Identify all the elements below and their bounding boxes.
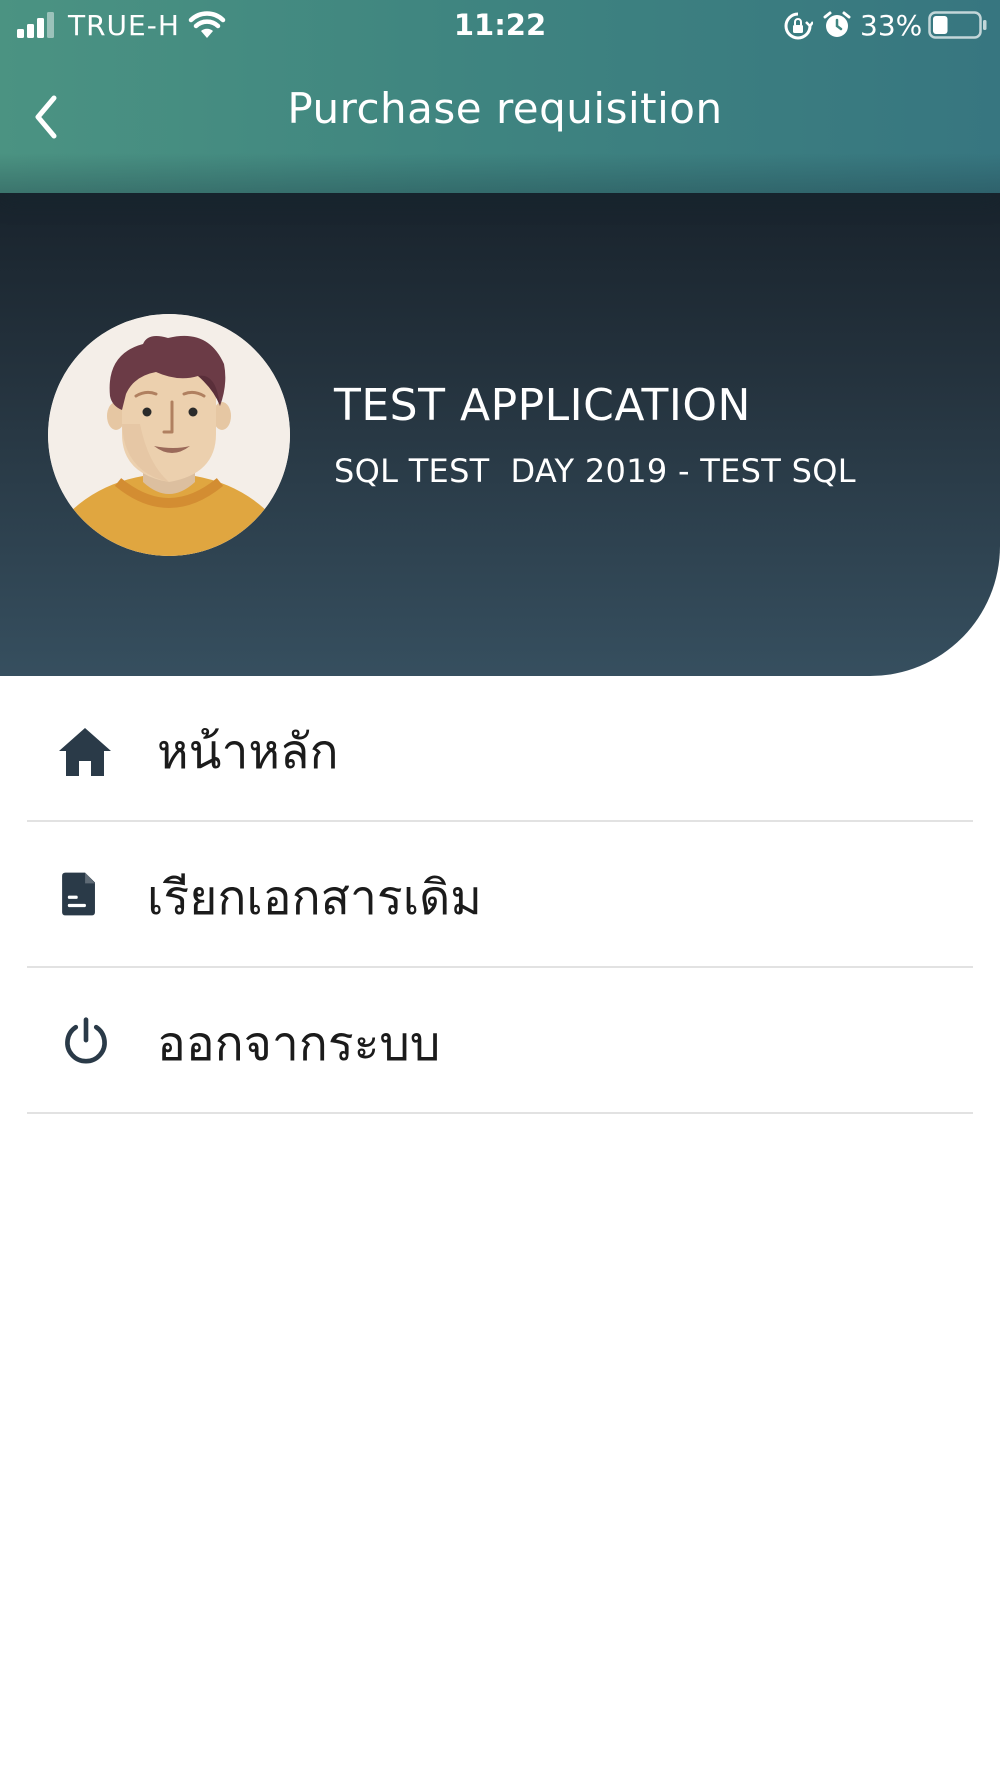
menu-item-label: หน้าหลัก xyxy=(157,724,339,780)
status-bar: TRUE-H 11:22 33% xyxy=(0,0,1000,52)
profile-name: TEST APPLICATION xyxy=(334,380,751,431)
power-icon xyxy=(65,1017,107,1064)
document-icon xyxy=(62,872,95,916)
navigation-bar: Purchase requisition xyxy=(0,60,1000,160)
battery-icon xyxy=(928,11,987,39)
page-title: Purchase requisition xyxy=(287,84,723,133)
home-icon xyxy=(59,728,111,776)
app-screen: TRUE-H 11:22 33% Purchase requisition TE… xyxy=(0,0,1000,1778)
menu-item-documents[interactable]: เรียกเอกสารเดิม xyxy=(0,822,1000,968)
menu-item-label: ออกจากระบบ xyxy=(157,1016,441,1072)
user-avatar-illustration xyxy=(48,314,290,556)
alarm-icon xyxy=(823,11,851,37)
avatar xyxy=(48,314,290,556)
menu-item-logout[interactable]: ออกจากระบบ xyxy=(0,968,1000,1114)
menu-item-label: เรียกเอกสารเดิม xyxy=(147,870,482,926)
profile-panel: TEST APPLICATION SQL TEST DAY 2019 - TES… xyxy=(0,170,1000,676)
top-header: TRUE-H 11:22 33% Purchase requisition xyxy=(0,0,1000,193)
battery-percent: 33% xyxy=(860,9,923,42)
side-menu: หน้าหลัก เรียกเอกสารเดิม ออกจากระบบ xyxy=(0,676,1000,1114)
profile-subtitle: SQL TEST DAY 2019 - TEST SQL xyxy=(334,452,856,490)
menu-divider xyxy=(27,1112,973,1114)
rotation-lock-icon xyxy=(784,12,813,40)
menu-item-home[interactable]: หน้าหลัก xyxy=(0,676,1000,822)
